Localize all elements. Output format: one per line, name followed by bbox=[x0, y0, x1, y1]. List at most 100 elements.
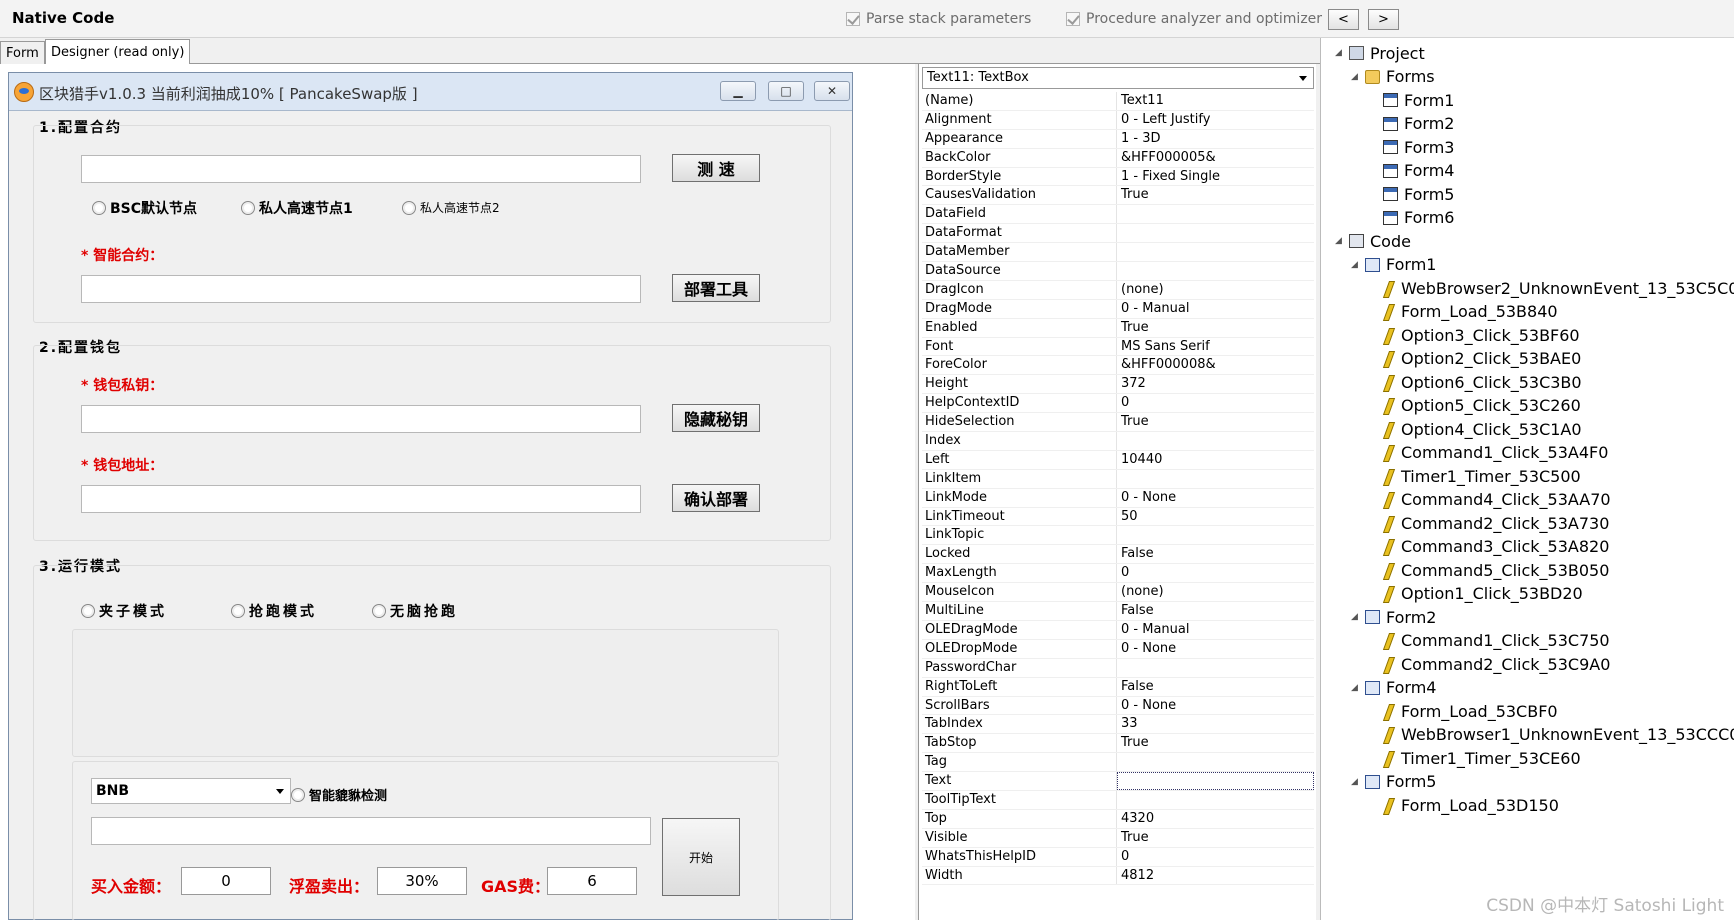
tree-code[interactable]: ◢ Code bbox=[1335, 230, 1411, 252]
deploy-tool-button[interactable]: 部署工具 bbox=[672, 274, 760, 302]
property-row[interactable]: LinkTimeout 50 bbox=[922, 507, 1314, 527]
node-url-input[interactable] bbox=[81, 155, 641, 183]
tree-event-procedure[interactable]: Timer1_Timer_53CE60 bbox=[1369, 747, 1581, 769]
smart-contract-input[interactable] bbox=[81, 275, 641, 303]
forward-button[interactable]: > bbox=[1368, 9, 1399, 30]
property-row[interactable]: Index bbox=[922, 432, 1314, 451]
property-row[interactable]: MaxLength 0 bbox=[922, 564, 1314, 584]
chevron-down-icon[interactable] bbox=[276, 789, 284, 794]
tree-event-procedure[interactable]: Timer1_Timer_53C500 bbox=[1369, 465, 1581, 487]
property-row[interactable]: ForeColor &HFF000008& bbox=[922, 356, 1314, 376]
collapse-toggle-icon[interactable]: ◢ bbox=[1335, 48, 1345, 58]
tree-form-item[interactable]: Form1 bbox=[1369, 89, 1454, 111]
tree-form-item[interactable]: Form6 bbox=[1369, 207, 1454, 229]
radio-mode-brainless[interactable]: 无脑抢跑 bbox=[372, 601, 458, 621]
minimize-button[interactable]: ▁ bbox=[720, 81, 756, 101]
radio-dot[interactable] bbox=[402, 200, 416, 215]
tree-event-procedure[interactable]: Form_Load_53CBF0 bbox=[1369, 700, 1558, 722]
property-row[interactable]: DataFormat bbox=[922, 224, 1314, 244]
property-row[interactable]: TabIndex 33 bbox=[922, 715, 1314, 735]
checkbox-box[interactable] bbox=[1066, 12, 1080, 26]
property-value[interactable] bbox=[1117, 224, 1314, 242]
checkbox-box[interactable] bbox=[846, 12, 860, 26]
property-row[interactable]: Top 4320 bbox=[922, 809, 1314, 829]
property-row[interactable]: Text bbox=[922, 772, 1314, 791]
radio-dot[interactable] bbox=[241, 201, 255, 215]
property-row[interactable]: (Name) Text11 bbox=[922, 92, 1314, 111]
property-row[interactable]: Left 10440 bbox=[922, 450, 1314, 470]
tree-event-procedure[interactable]: Option3_Click_53BF60 bbox=[1369, 324, 1580, 346]
property-value[interactable]: 33 bbox=[1117, 715, 1314, 733]
property-row[interactable]: OLEDragMode 0 - Manual bbox=[922, 620, 1314, 640]
property-row[interactable]: OLEDropMode 0 - None bbox=[922, 639, 1314, 659]
token-select[interactable]: BNB bbox=[91, 778, 291, 804]
start-button[interactable]: 开始 bbox=[662, 818, 740, 896]
property-row[interactable]: DataField bbox=[922, 205, 1314, 225]
radio-mode-frontrun[interactable]: 抢跑模式 bbox=[231, 601, 317, 621]
property-value[interactable]: Text11 bbox=[1117, 92, 1314, 110]
object-select[interactable]: Text11: TextBox bbox=[922, 67, 1314, 89]
tree-event-procedure[interactable]: Option5_Click_53C260 bbox=[1369, 395, 1581, 417]
property-row[interactable]: LinkMode 0 - None bbox=[922, 488, 1314, 508]
radio-private-node-1[interactable]: 私人高速节点1 bbox=[241, 198, 353, 218]
radio-dot[interactable] bbox=[92, 201, 106, 215]
tree-event-procedure[interactable]: Option2_Click_53BAE0 bbox=[1369, 348, 1581, 370]
tree-event-procedure[interactable]: WebBrowser1_UnknownEvent_13_53CCC0 bbox=[1369, 724, 1734, 746]
property-value[interactable]: False bbox=[1117, 602, 1314, 620]
buy-amount-input[interactable]: 0 bbox=[181, 867, 271, 895]
tree-form-item[interactable]: Form3 bbox=[1369, 136, 1454, 158]
property-value[interactable]: 372 bbox=[1117, 375, 1314, 393]
maximize-button[interactable]: □ bbox=[768, 81, 804, 101]
property-value[interactable]: 0 - None bbox=[1117, 640, 1314, 658]
property-row[interactable]: HideSelection True bbox=[922, 413, 1314, 433]
tree-code-module[interactable]: ◢ Form1 bbox=[1351, 254, 1436, 276]
property-row[interactable]: RightToLeft False bbox=[922, 677, 1314, 697]
property-value[interactable]: 10440 bbox=[1117, 451, 1314, 469]
confirm-deploy-button[interactable]: 确认部署 bbox=[672, 484, 760, 512]
radio-dot[interactable] bbox=[291, 787, 305, 802]
radio-dot[interactable] bbox=[81, 604, 95, 618]
close-button[interactable]: ✕ bbox=[814, 81, 850, 101]
radio-dot[interactable] bbox=[372, 604, 386, 618]
tree-event-procedure[interactable]: Command1_Click_53A4F0 bbox=[1369, 442, 1608, 464]
property-row[interactable]: DragIcon (none) bbox=[922, 280, 1314, 300]
property-value[interactable]: 0 - Manual bbox=[1117, 621, 1314, 639]
chevron-down-icon[interactable] bbox=[1299, 76, 1307, 81]
property-row[interactable]: MultiLine False bbox=[922, 602, 1314, 621]
back-button[interactable]: < bbox=[1328, 9, 1359, 30]
tree-event-procedure[interactable]: Option4_Click_53C1A0 bbox=[1369, 418, 1582, 440]
property-value[interactable]: 4812 bbox=[1117, 867, 1314, 885]
property-value[interactable] bbox=[1117, 753, 1314, 771]
property-value[interactable]: True bbox=[1117, 319, 1314, 337]
private-key-input[interactable] bbox=[81, 405, 641, 433]
property-value[interactable] bbox=[1117, 262, 1314, 280]
tree-code-module[interactable]: ◢ Form2 bbox=[1351, 606, 1436, 628]
property-row[interactable]: ToolTipText bbox=[922, 790, 1314, 810]
property-value[interactable]: True bbox=[1117, 734, 1314, 752]
collapse-toggle-icon[interactable]: ◢ bbox=[1351, 612, 1361, 622]
parse-stack-checkbox[interactable]: Parse stack parameters bbox=[846, 11, 1031, 27]
tree-event-procedure[interactable]: Command5_Click_53B050 bbox=[1369, 559, 1609, 581]
property-value[interactable]: 0 - Manual bbox=[1117, 300, 1314, 318]
tree-event-procedure[interactable]: Command4_Click_53AA70 bbox=[1369, 489, 1611, 511]
property-row[interactable]: LinkTopic bbox=[922, 526, 1314, 546]
property-value[interactable] bbox=[1117, 772, 1314, 790]
profit-sell-input[interactable]: 30% bbox=[377, 867, 467, 895]
property-value[interactable]: True bbox=[1117, 829, 1314, 847]
property-value[interactable] bbox=[1117, 526, 1314, 544]
property-value[interactable]: 0 bbox=[1117, 564, 1314, 582]
tree-event-procedure[interactable]: Command2_Click_53C9A0 bbox=[1369, 653, 1610, 675]
property-row[interactable]: Width 4812 bbox=[922, 866, 1314, 886]
property-value[interactable] bbox=[1117, 791, 1314, 809]
tree-event-procedure[interactable]: Form_Load_53D150 bbox=[1369, 794, 1559, 816]
property-value[interactable]: 0 - Left Justify bbox=[1117, 111, 1314, 129]
property-value[interactable] bbox=[1117, 432, 1314, 450]
property-value[interactable] bbox=[1117, 205, 1314, 223]
property-value[interactable]: True bbox=[1117, 413, 1314, 431]
property-value[interactable]: 50 bbox=[1117, 508, 1314, 526]
speed-test-button[interactable]: 测 速 bbox=[672, 154, 760, 182]
property-row[interactable]: ScrollBars 0 - None bbox=[922, 696, 1314, 716]
collapse-toggle-icon[interactable]: ◢ bbox=[1351, 260, 1361, 270]
tree-form-item[interactable]: Form5 bbox=[1369, 183, 1454, 205]
property-row[interactable]: Height 372 bbox=[922, 375, 1314, 395]
